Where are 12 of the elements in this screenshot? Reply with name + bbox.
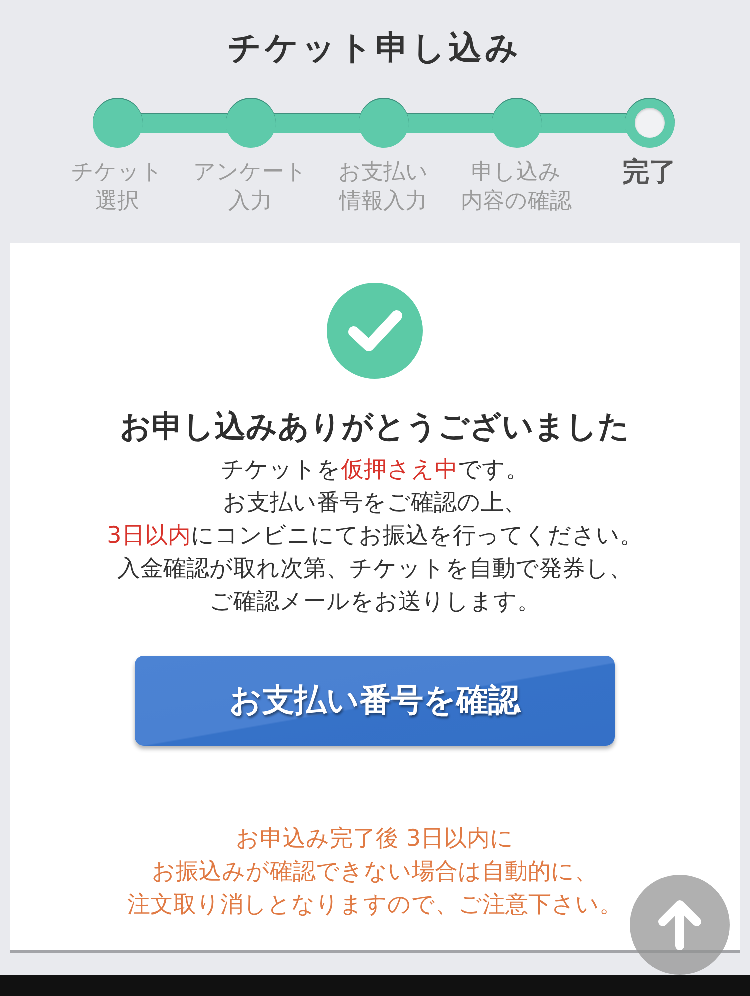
step-label: 完了	[622, 158, 676, 187]
cancellation-notice: お申込み完了後 3日以内に お振込みが確認できない場合は自動的に、 注文取り消しとなりますので、ご注意下さい。	[128, 825, 622, 920]
step-label: 申し込み 内容の確認	[461, 159, 572, 216]
step-label: チケット 選択	[72, 159, 164, 216]
step-label: アンケート 入力	[194, 159, 308, 216]
thank-you-heading: お申し込みありがとうございました	[120, 409, 630, 445]
check-icon	[327, 283, 423, 379]
instructions-text: チケットを仮押さえ中です。 お支払い番号をご確認の上、 3日以内にコンビニにてお振込を行ってください。 入金確認が取れ次第、チケットを自動で発券し、 ご確認メールをお送りします。	[107, 456, 643, 617]
step-label: お支払い 情報入力	[338, 159, 428, 216]
page-title: チケット申し込み	[227, 27, 523, 69]
check-payment-number-button[interactable]: お支払い番号を確認	[135, 656, 615, 746]
arrow-up-icon	[658, 900, 702, 950]
